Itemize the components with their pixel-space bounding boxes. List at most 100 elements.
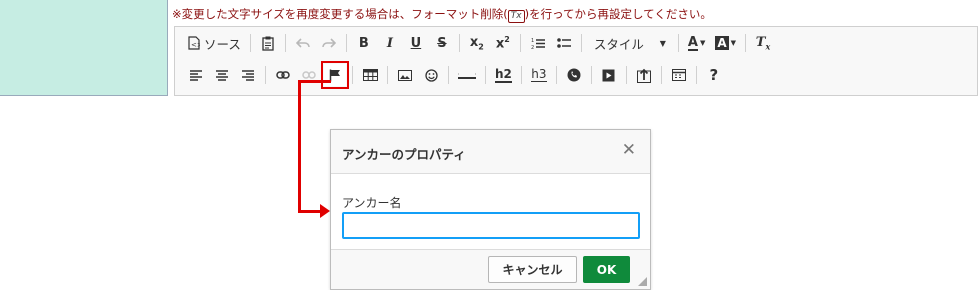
subscript-icon: x2: [469, 34, 484, 52]
align-right-icon: [242, 69, 254, 81]
video-icon: [602, 69, 615, 81]
chevron-down-icon: ▼: [699, 39, 706, 47]
source-icon: <>: [188, 36, 200, 50]
smiley-icon: [424, 68, 438, 82]
redo-button[interactable]: [318, 32, 340, 54]
link-button[interactable]: [272, 64, 294, 86]
remove-format-icon: Tx: [755, 34, 771, 52]
separator: [448, 66, 449, 84]
format-notice: ※変更した文字サイズを再度変更する場合は、フォーマット削除(Tx)を行ってから再…: [172, 7, 712, 23]
chevron-down-icon: ▼: [730, 39, 737, 47]
separator: [660, 66, 662, 84]
bullet-list-button[interactable]: [553, 32, 575, 54]
arrow-right-icon: [320, 204, 330, 218]
text-color-button[interactable]: A ▼: [685, 32, 708, 54]
separator: [458, 34, 460, 52]
form-icon: [671, 69, 686, 81]
upload-icon: [636, 68, 651, 83]
dialog-title: アンカーのプロパティ: [342, 147, 466, 162]
video-button[interactable]: [598, 64, 620, 86]
style-dropdown[interactable]: スタイル ▼: [588, 32, 672, 54]
close-icon[interactable]: ✕: [622, 140, 636, 160]
bullet-list-icon: [557, 38, 571, 48]
clipboard-icon: [262, 36, 274, 51]
bg-color-button[interactable]: A ▼: [712, 32, 739, 54]
align-center-icon: [216, 69, 228, 81]
svg-text:2: 2: [531, 45, 534, 50]
numbered-list-icon: 12: [531, 38, 545, 50]
strikethrough-button[interactable]: S: [431, 32, 453, 54]
h2-button[interactable]: h2: [492, 64, 515, 86]
bg-color-icon: A: [715, 36, 729, 50]
undo-button[interactable]: [292, 32, 314, 54]
horizontal-rule-icon: [458, 73, 476, 79]
align-center-button[interactable]: [211, 64, 233, 86]
connector-line: [298, 81, 301, 213]
subscript-button[interactable]: x2: [466, 32, 488, 54]
table-button[interactable]: [359, 64, 381, 86]
separator: [485, 66, 486, 84]
dialog-header: アンカーのプロパティ ✕: [331, 130, 650, 174]
separator: [519, 34, 521, 52]
toolbar-row-1: <> ソース B I U S x2 x2 12 スタイル ▼ A ▼ A ▼ T…: [183, 30, 778, 56]
form-button[interactable]: [668, 64, 690, 86]
redo-icon: [322, 38, 336, 48]
bold-button[interactable]: B: [353, 32, 375, 54]
upload-button[interactable]: [633, 64, 655, 86]
text-color-icon: A: [687, 34, 698, 51]
anchor-name-label: アンカー名: [342, 196, 402, 210]
undo-icon: [295, 38, 310, 48]
separator: [745, 34, 747, 52]
superscript-icon: x2: [495, 34, 510, 52]
paste-button[interactable]: [257, 32, 279, 54]
align-left-icon: [190, 69, 202, 81]
h3-button[interactable]: h3: [528, 64, 550, 86]
unlink-icon: [302, 71, 316, 79]
separator: [520, 66, 522, 84]
align-left-button[interactable]: [185, 64, 207, 86]
svg-text:<>: <>: [191, 41, 200, 49]
separator: [625, 66, 627, 84]
align-right-button[interactable]: [237, 64, 259, 86]
anchor-properties-dialog: アンカーのプロパティ ✕ アンカー名 キャンセル OK: [330, 129, 651, 290]
separator: [284, 34, 286, 52]
separator: [265, 66, 266, 84]
separator: [555, 66, 557, 84]
separator: [387, 66, 388, 84]
editor-toolbar: <> ソース B I U S x2 x2 12 スタイル ▼ A ▼ A ▼ T…: [174, 26, 978, 96]
remove-format-button[interactable]: Tx: [752, 32, 774, 54]
phone-button[interactable]: [563, 64, 585, 86]
horizontal-rule-button[interactable]: [455, 64, 479, 86]
help-button[interactable]: ?: [703, 64, 725, 86]
link-icon: [276, 71, 290, 79]
underline-button[interactable]: U: [405, 32, 427, 54]
resize-grip-icon[interactable]: [638, 277, 647, 286]
source-button[interactable]: <> ソース: [185, 32, 244, 54]
separator: [249, 34, 251, 52]
dialog-footer: キャンセル OK: [331, 249, 650, 289]
cancel-button[interactable]: キャンセル: [488, 256, 577, 283]
superscript-button[interactable]: x2: [492, 32, 514, 54]
anchor-name-input[interactable]: [342, 212, 640, 239]
separator: [590, 66, 592, 84]
italic-button[interactable]: I: [379, 32, 401, 54]
separator: [352, 66, 353, 84]
table-icon: [362, 69, 378, 81]
separator: [677, 34, 679, 52]
smiley-button[interactable]: [420, 64, 442, 86]
dialog-body: アンカー名: [331, 174, 650, 251]
connector-line: [298, 210, 322, 213]
separator: [695, 66, 697, 84]
table-left-cell: [0, 0, 168, 96]
numbered-list-button[interactable]: 12: [527, 32, 549, 54]
ok-button[interactable]: OK: [583, 256, 630, 283]
remove-format-icon: Tx: [507, 10, 525, 23]
phone-icon: [567, 68, 581, 82]
toolbar-row-2: h2 h3 ?: [183, 61, 729, 89]
connector-line: [298, 80, 331, 83]
separator: [345, 34, 347, 52]
image-button[interactable]: [394, 64, 416, 86]
separator: [580, 34, 582, 52]
svg-text:1: 1: [531, 38, 534, 44]
chevron-down-icon: ▼: [659, 38, 666, 48]
